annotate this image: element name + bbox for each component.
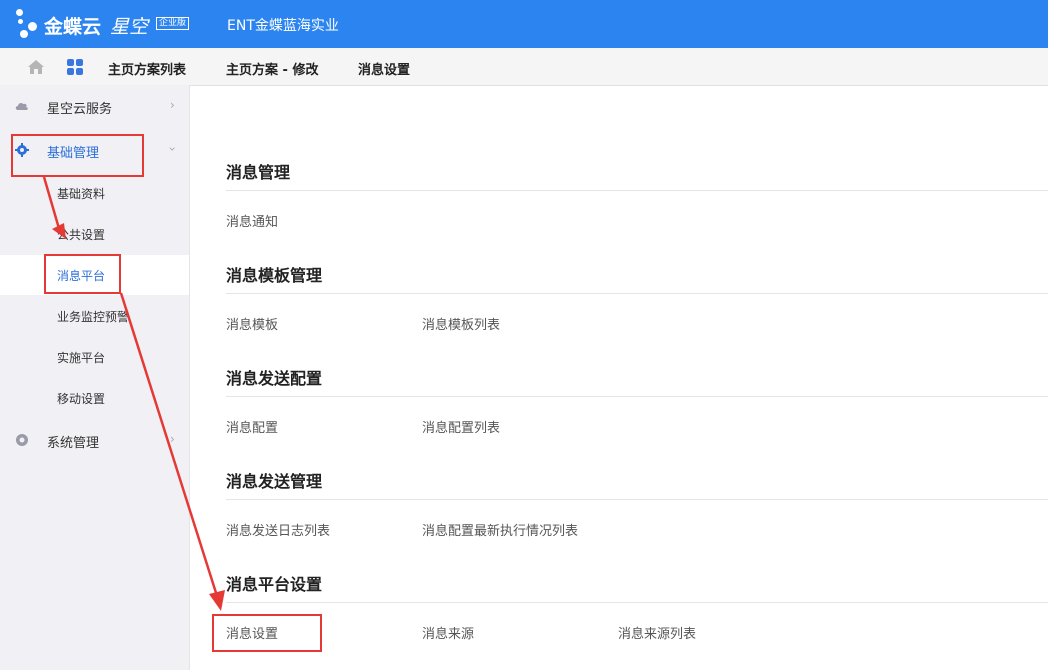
top-bar: 金蝶云 星空 企业版 ENT金蝶蓝海实业: [0, 0, 1048, 48]
sidebar-item-label: 基础资料: [57, 187, 106, 201]
section-title-template-management: 消息模板管理: [226, 266, 323, 285]
link-config-execution-list[interactable]: 消息配置最新执行情况列表: [422, 520, 578, 539]
link-send-log-list[interactable]: 消息发送日志列表: [226, 520, 330, 539]
sidebar-group-cloud-service[interactable]: 星空云服务 ›: [0, 89, 189, 125]
link-message-template-list[interactable]: 消息模板列表: [422, 314, 500, 333]
chevron-down-icon: ›: [165, 146, 180, 152]
section-divider: [226, 602, 1048, 603]
tab-home-scheme-edit[interactable]: 主页方案 - 修改: [226, 59, 318, 78]
logo-sub-text: 星空: [110, 16, 149, 38]
edition-badge: 企业版: [156, 17, 190, 30]
link-message-notice[interactable]: 消息通知: [226, 211, 278, 230]
sidebar-group-system-management[interactable]: 系统管理 ›: [0, 423, 189, 459]
company-name[interactable]: ENT金蝶蓝海实业: [227, 15, 339, 35]
sidebar-group-label: 星空云服务: [47, 102, 113, 117]
link-message-source-list[interactable]: 消息来源列表: [618, 623, 696, 642]
section-title-message-management: 消息管理: [226, 163, 291, 182]
section-divider: [226, 499, 1048, 500]
logo-main-text: 金蝶云: [44, 16, 102, 38]
section-title-send-config: 消息发送配置: [226, 369, 323, 388]
link-message-config[interactable]: 消息配置: [226, 417, 278, 436]
home-icon[interactable]: [27, 59, 45, 75]
sidebar-item-mobile-settings[interactable]: 移动设置: [0, 378, 189, 418]
link-message-source[interactable]: 消息来源: [422, 623, 474, 642]
annotation-box-message-settings: [212, 614, 322, 652]
tab-bar: 主页方案列表 主页方案 - 修改 消息设置: [0, 48, 1048, 86]
sidebar-item-label: 实施平台: [57, 351, 106, 365]
sidebar-item-label: 业务监控预警: [57, 310, 130, 324]
tab-message-settings[interactable]: 消息设置: [358, 59, 410, 78]
cloud-icon: [15, 102, 28, 110]
sidebar-group-label: 系统管理: [47, 436, 100, 451]
sidebar-item-basic-data[interactable]: 基础资料: [0, 173, 189, 213]
sidebar-item-public-settings[interactable]: 公共设置: [0, 214, 189, 254]
section-title-platform-settings: 消息平台设置: [226, 575, 323, 594]
chevron-right-icon: ›: [170, 98, 175, 112]
section-divider: [226, 396, 1048, 397]
link-message-template[interactable]: 消息模板: [226, 314, 278, 333]
sidebar-item-implementation-platform[interactable]: 实施平台: [0, 337, 189, 377]
app-grid-icon[interactable]: [67, 59, 83, 75]
settings-circle-icon: [16, 434, 28, 446]
section-divider: [226, 293, 1048, 294]
annotation-box-basic-management: [11, 134, 144, 177]
link-message-config-list[interactable]: 消息配置列表: [422, 417, 500, 436]
sidebar-item-business-monitoring[interactable]: 业务监控预警: [0, 296, 189, 336]
chevron-right-icon: ›: [170, 432, 175, 446]
section-title-send-management: 消息发送管理: [226, 472, 323, 491]
section-divider: [226, 190, 1048, 191]
annotation-box-message-platform: [44, 254, 121, 294]
logo-dots-icon: [14, 6, 42, 42]
sidebar-item-label: 公共设置: [57, 228, 106, 242]
sidebar-item-label: 移动设置: [57, 392, 106, 406]
tab-home-scheme-list[interactable]: 主页方案列表: [108, 59, 186, 78]
